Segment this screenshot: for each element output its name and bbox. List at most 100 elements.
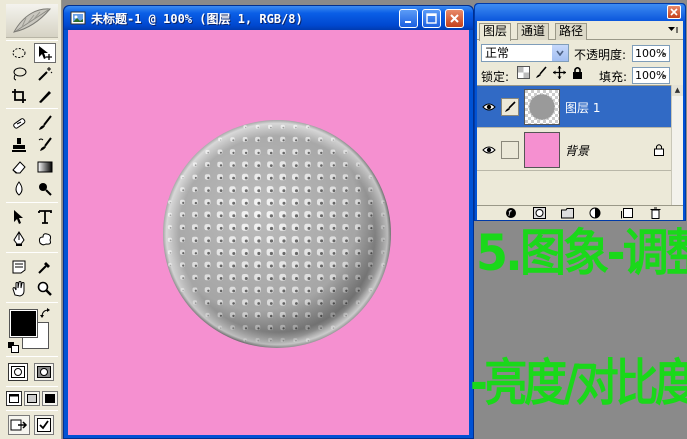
layer-thumbnail: [524, 89, 560, 125]
new-group-icon[interactable]: [561, 207, 574, 219]
toolbox-separator: [6, 386, 58, 387]
link-cell[interactable]: [501, 141, 519, 159]
lock-position-icon[interactable]: [553, 66, 566, 79]
lock-transparent-icon[interactable]: [517, 66, 530, 79]
document-window: 未标题-1 @ 100% (图层 1, RGB/8): [63, 5, 474, 439]
layers-palette: 图层 通道 路径 正常 不透明度: 100% ▸ 锁定: 填充: 100% ▸: [474, 3, 686, 221]
tab-channels[interactable]: 通道: [517, 23, 550, 40]
tab-layers[interactable]: 图层: [479, 23, 512, 41]
history-brush-icon[interactable]: [34, 135, 56, 155]
lock-image-icon[interactable]: [535, 66, 548, 79]
maximize-button[interactable]: [422, 9, 441, 28]
lasso-icon[interactable]: [8, 64, 30, 84]
layer-name: 背景: [565, 144, 590, 158]
eye-icon[interactable]: [480, 141, 498, 159]
caption-line-1: 5.图象-调整: [476, 224, 687, 282]
palette-menu-icon[interactable]: [668, 26, 678, 35]
blur-icon[interactable]: [8, 179, 30, 199]
layer-row-background[interactable]: 背景: [477, 129, 671, 171]
layer-thumbnail: [524, 132, 560, 168]
toolbox-separator: [6, 108, 58, 109]
opacity-label: 不透明度:: [574, 48, 627, 62]
palette-tabs: 图层 通道 路径: [477, 21, 683, 41]
toolbox-separator: [6, 252, 58, 253]
close-icon: [450, 14, 459, 23]
toolbox-separator: [6, 302, 58, 303]
swap-colors-icon[interactable]: [40, 308, 52, 320]
toolbox: [0, 0, 62, 439]
close-icon: [670, 8, 678, 16]
slice-icon[interactable]: [34, 86, 56, 106]
lock-all-icon[interactable]: [571, 66, 584, 79]
tab-paths[interactable]: 路径: [555, 23, 588, 40]
move-icon[interactable]: [34, 43, 56, 63]
layers-scrollbar[interactable]: ▲ ▼: [671, 85, 683, 216]
fill-label: 填充:: [599, 70, 628, 84]
eraser-icon[interactable]: [8, 157, 30, 177]
screen-mode-standard-button[interactable]: [6, 391, 22, 406]
document-title: 未标题-1 @ 100% (图层 1, RGB/8): [91, 11, 303, 26]
caption-line-2: -亮度/对比度: [470, 354, 687, 412]
crop-icon[interactable]: [8, 86, 30, 106]
minimize-icon: [404, 20, 411, 23]
custom-shape-icon[interactable]: [34, 229, 56, 249]
palette-bottom-bar: f: [477, 205, 683, 220]
opacity-field[interactable]: 100% ▸: [632, 45, 670, 62]
blend-mode-value: 正常: [485, 46, 510, 60]
magic-wand-icon[interactable]: [34, 64, 56, 84]
new-layer-icon[interactable]: [621, 207, 634, 219]
healing-brush-icon[interactable]: [8, 113, 30, 133]
fill-field[interactable]: 100% ▸: [632, 67, 670, 84]
layer-row-layer1[interactable]: 图层 1: [477, 86, 671, 128]
palette-titlebar[interactable]: [475, 4, 685, 21]
toolbox-separator: [6, 202, 58, 203]
clone-stamp-icon[interactable]: [8, 135, 30, 155]
chevron-down-icon: [552, 45, 568, 61]
close-button[interactable]: [445, 9, 464, 28]
hand-icon[interactable]: [8, 279, 30, 299]
layers-list: 图层 1 背景: [477, 85, 671, 216]
add-mask-icon[interactable]: [533, 207, 546, 219]
screen-mode-full-button[interactable]: [42, 391, 58, 406]
brush-icon[interactable]: [34, 113, 56, 133]
screen-mode-full-menu-button[interactable]: [24, 391, 40, 406]
jump-to-imageready-button[interactable]: [8, 415, 30, 435]
layer-style-icon[interactable]: f: [505, 207, 518, 219]
notes-icon[interactable]: [8, 257, 30, 277]
pen-icon[interactable]: [8, 229, 30, 249]
maximize-icon: [426, 13, 437, 24]
textured-sphere: [163, 120, 391, 348]
scroll-up-icon[interactable]: ▲: [672, 85, 683, 96]
toolbox-separator: [6, 410, 58, 411]
path-select-icon[interactable]: [8, 207, 30, 227]
palette-close-button[interactable]: [667, 5, 681, 19]
image-canvas[interactable]: [68, 30, 469, 435]
jump-to-icon[interactable]: [34, 415, 54, 435]
palette-body: 图层 通道 路径 正常 不透明度: 100% ▸ 锁定: 填充: 100% ▸: [477, 21, 683, 220]
type-icon[interactable]: [34, 207, 56, 227]
zoom-icon[interactable]: [34, 279, 56, 299]
dodge-icon[interactable]: [34, 179, 56, 199]
toolbox-separator: [6, 40, 58, 41]
minimize-button[interactable]: [399, 9, 418, 28]
adjustment-layer-icon[interactable]: [589, 207, 602, 219]
eye-icon[interactable]: [480, 98, 498, 116]
feather-logo-icon[interactable]: [6, 4, 58, 38]
document-icon: [70, 11, 86, 25]
lock-icon: [654, 144, 664, 156]
gradient-icon[interactable]: [34, 157, 56, 177]
document-titlebar[interactable]: 未标题-1 @ 100% (图层 1, RGB/8): [64, 6, 473, 30]
quick-mask-button[interactable]: [34, 363, 54, 381]
blend-mode-select[interactable]: 正常: [481, 44, 569, 62]
eyedropper-icon[interactable]: [34, 257, 56, 277]
trash-icon[interactable]: [649, 207, 662, 219]
rect-marquee-icon[interactable]: [8, 43, 30, 63]
chevron-right-icon: ▸: [662, 49, 667, 58]
default-colors-icon[interactable]: [8, 342, 19, 353]
chevron-right-icon: ▸: [662, 71, 667, 80]
brush-icon[interactable]: [501, 98, 519, 116]
standard-mode-button[interactable]: [8, 363, 28, 381]
lock-label: 锁定:: [481, 70, 510, 84]
foreground-color-swatch[interactable]: [9, 309, 38, 338]
toolbox-separator: [6, 356, 58, 357]
